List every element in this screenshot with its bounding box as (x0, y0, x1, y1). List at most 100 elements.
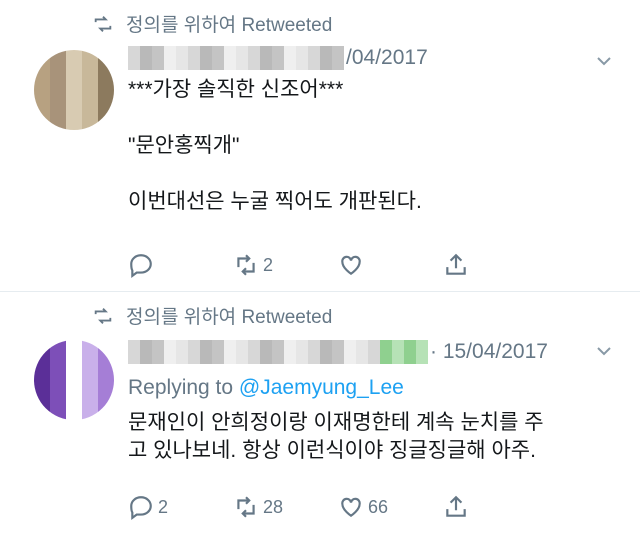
share-button[interactable] (443, 494, 548, 520)
share-button[interactable] (443, 252, 548, 278)
retweet-icon (237, 496, 255, 518)
avatar-pixel (82, 82, 98, 98)
retweeted-by-label: 정의를 위하여 Retweeted (126, 15, 333, 36)
tweet-date[interactable]: /04/2017 (346, 46, 428, 70)
avatar-pixel (34, 50, 50, 66)
avatar-pixel (34, 372, 50, 388)
avatar-pixel (98, 372, 114, 388)
share-icon (446, 495, 466, 517)
blurred-username (128, 340, 428, 364)
avatar-pixel (98, 388, 114, 404)
avatar-pixel (98, 82, 114, 98)
avatar-pixel (50, 82, 66, 98)
blur-pixel (416, 340, 428, 364)
avatar-pixel (50, 98, 66, 114)
blur-pixel (272, 340, 284, 364)
blur-pixel (272, 46, 284, 70)
avatar-pixel (34, 114, 50, 130)
blur-pixel (332, 340, 344, 364)
avatar-pixel (98, 356, 114, 372)
blur-pixel (260, 46, 272, 70)
blur-pixel (284, 46, 296, 70)
blur-pixel (164, 340, 176, 364)
reply-icon (130, 496, 152, 520)
retweet-button[interactable]: 2 (233, 252, 338, 278)
avatar-pixel (66, 66, 82, 82)
avatar-pixel (34, 356, 50, 372)
avatar-pixel (34, 66, 50, 82)
tweet-text: 문재인이 안희정이랑 이재명한테 계속 눈치를 주 고 있나보네. 항상 이런식… (128, 411, 544, 462)
retweet-button[interactable]: 28 (233, 494, 338, 520)
blur-pixel (260, 340, 272, 364)
tweet-actions: 2 (128, 252, 548, 278)
reply-button[interactable] (128, 252, 233, 278)
blur-pixel (248, 340, 260, 364)
avatar-pixel (66, 372, 82, 388)
avatar-pixel (34, 388, 50, 404)
blur-pixel (188, 46, 200, 70)
replying-handle-link[interactable]: @Jaemyung_Lee (239, 376, 404, 399)
blur-pixel (152, 340, 164, 364)
blur-pixel (332, 46, 344, 70)
chevron-down-icon[interactable] (594, 341, 614, 361)
tweet-actions: 2 28 66 (128, 494, 548, 520)
avatar-pixel (82, 372, 98, 388)
blur-pixel (212, 46, 224, 70)
avatar-pixel (82, 356, 98, 372)
reply-icon (130, 254, 152, 278)
blur-pixel (128, 340, 140, 364)
retweet-icon (94, 15, 112, 32)
avatar-pixel (50, 356, 66, 372)
retweet-count: 2 (263, 254, 274, 275)
avatar-pixel (82, 340, 98, 356)
blur-pixel (224, 46, 236, 70)
avatar-pixel (66, 98, 82, 114)
share-icon (446, 253, 466, 275)
blur-pixel (248, 46, 260, 70)
blur-pixel (212, 340, 224, 364)
avatar-pixel (82, 388, 98, 404)
like-icon (341, 497, 361, 517)
avatar-pixel (34, 82, 50, 98)
avatar-pixel (66, 404, 82, 420)
blur-pixel (128, 46, 140, 70)
blur-pixel (284, 340, 296, 364)
blur-pixel (176, 340, 188, 364)
retweet-icon (237, 254, 255, 276)
reply-button[interactable]: 2 (128, 494, 233, 520)
blur-pixel (380, 340, 392, 364)
like-button[interactable] (338, 252, 443, 278)
blur-pixel (188, 340, 200, 364)
retweeted-by[interactable]: 정의를 위하여 Retweeted (92, 10, 332, 37)
avatar-pixel (34, 340, 50, 356)
blur-pixel (224, 340, 236, 364)
blur-pixel (308, 46, 320, 70)
blur-pixel (200, 340, 212, 364)
retweeted-by[interactable]: 정의를 위하여 Retweeted (92, 302, 332, 329)
retweeted-by-label: 정의를 위하여 Retweeted (126, 307, 333, 328)
avatar[interactable] (34, 340, 114, 420)
tweet-header: · 15/04/2017 (128, 338, 548, 366)
avatar-pixel (50, 372, 66, 388)
avatar-pixel (50, 404, 66, 420)
tweet-date[interactable]: · 15/04/2017 (430, 340, 548, 364)
avatar[interactable] (34, 50, 114, 130)
blur-pixel (296, 340, 308, 364)
blur-pixel (368, 340, 380, 364)
blur-pixel (152, 46, 164, 70)
avatar-pixel (66, 388, 82, 404)
avatar-pixel (66, 340, 82, 356)
blur-pixel (200, 46, 212, 70)
blurred-username (128, 46, 344, 70)
tweet-text: ***가장 솔직한 신조어*** "문안홍찍개" 이번대선은 누굴 찍어도 개판… (128, 78, 422, 213)
tweet-1[interactable]: 정의를 위하여 Retweeted /04/2017 ***가장 솔직한 신조어… (0, 0, 640, 292)
like-button[interactable]: 66 (338, 494, 443, 520)
blur-pixel (140, 46, 152, 70)
blur-pixel (164, 46, 176, 70)
blur-pixel (176, 46, 188, 70)
blur-pixel (236, 340, 248, 364)
blur-pixel (320, 340, 332, 364)
blur-pixel (344, 340, 356, 364)
chevron-down-icon[interactable] (594, 51, 614, 71)
avatar-pixel (82, 66, 98, 82)
